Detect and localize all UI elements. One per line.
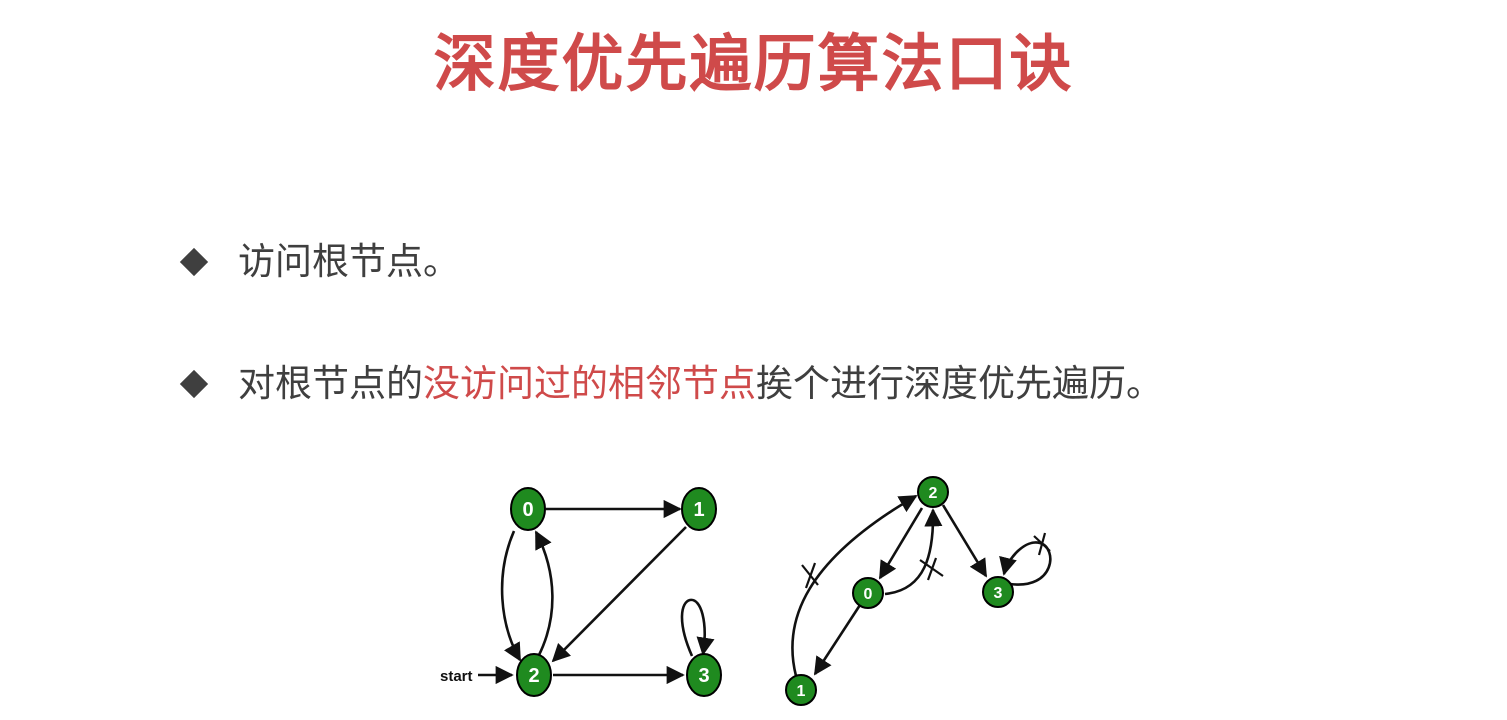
edge-2-to-3	[941, 504, 988, 578]
left-node-3: 3	[686, 653, 722, 697]
left-graph: start 0 1 2 3	[440, 487, 722, 697]
edge-2-to-0	[878, 507, 924, 580]
svg-text:1: 1	[693, 499, 704, 521]
start-label: start	[440, 668, 473, 685]
cross-mark-icon	[1033, 532, 1051, 556]
svg-text:2: 2	[929, 485, 938, 502]
edge-1-to-2	[551, 526, 687, 663]
left-node-2: 2	[516, 653, 552, 697]
right-node-3: 3	[982, 576, 1014, 608]
edge-3-self-loop	[680, 598, 715, 657]
edge-0-to-2	[500, 530, 522, 662]
right-graph: 2 0 3 1	[785, 476, 1052, 706]
right-node-0: 0	[852, 577, 884, 609]
edge-0-to-2-crossed	[884, 508, 943, 596]
right-node-2: 2	[917, 476, 949, 508]
svg-text:0: 0	[522, 499, 533, 521]
svg-text:3: 3	[698, 665, 709, 687]
right-node-1: 1	[785, 674, 817, 706]
left-node-1: 1	[681, 487, 717, 531]
left-node-0: 0	[510, 487, 546, 531]
edge-3-self-loop-crossed	[999, 541, 1052, 586]
svg-text:1: 1	[797, 683, 806, 700]
cross-mark-icon	[801, 562, 819, 589]
svg-text:0: 0	[864, 586, 873, 603]
dfs-graph-diagrams: start 0 1 2 3 2 0 3 1	[440, 476, 1052, 706]
edge-0-to-1	[813, 604, 862, 676]
svg-text:2: 2	[528, 665, 539, 687]
edge-2-to-0	[534, 530, 554, 658]
svg-text:3: 3	[994, 585, 1003, 602]
